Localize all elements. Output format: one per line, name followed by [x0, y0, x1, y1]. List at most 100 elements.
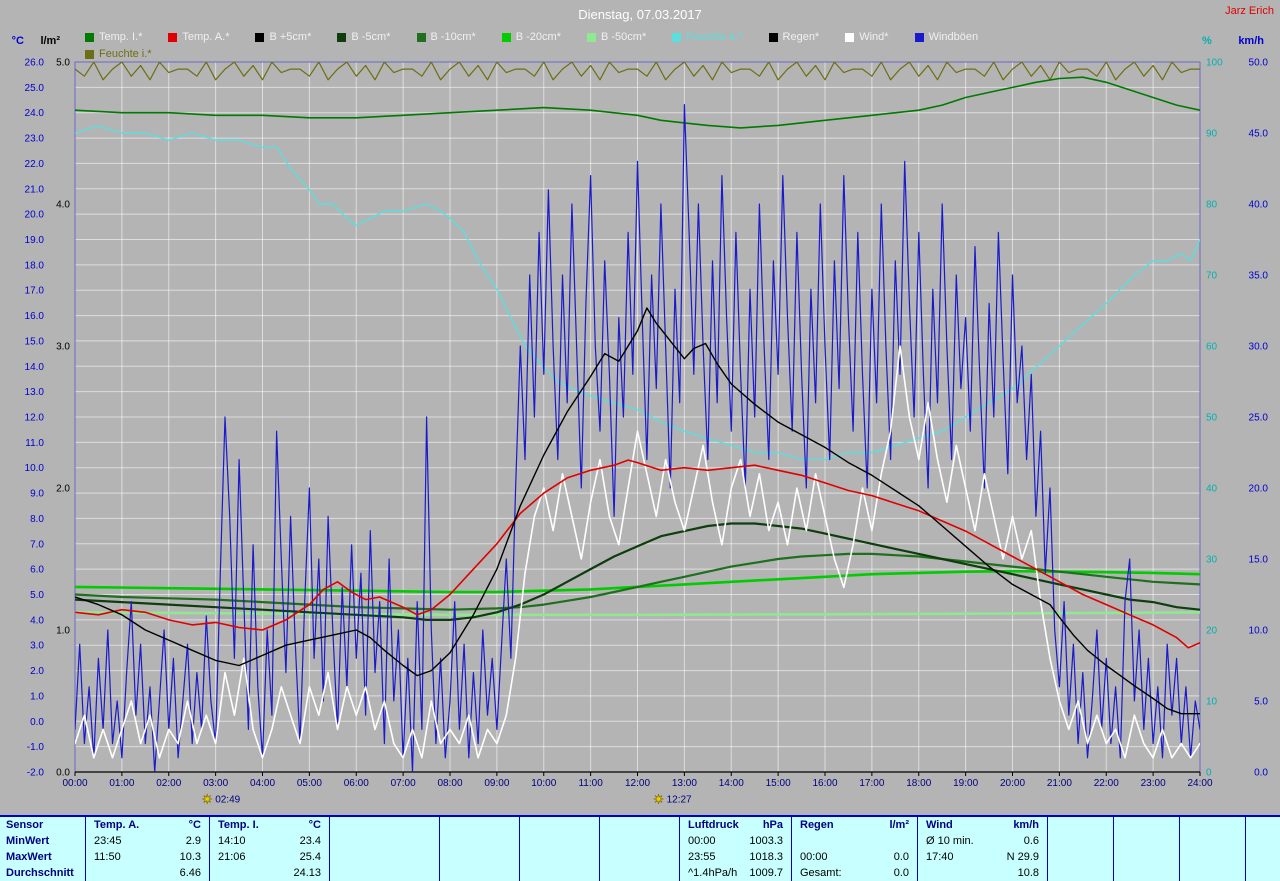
legend-swatch: [587, 33, 596, 42]
svg-text:0.0: 0.0: [30, 717, 44, 728]
stats-column-empty-4: [520, 817, 600, 881]
stats-row: Ø 10 min.0.6: [918, 833, 1047, 849]
legend-label: B -20cm*: [516, 31, 561, 43]
legend-secondary: Feuchte i.*: [85, 48, 152, 60]
stats-cell-label: 17:40: [926, 849, 954, 865]
astro-marker: 02:49: [202, 794, 240, 806]
legend-swatch: [85, 50, 94, 59]
legend-item-feuchte-i[interactable]: Feuchte i.*: [85, 48, 152, 60]
svg-text:80: 80: [1206, 200, 1218, 211]
legend-swatch: [168, 33, 177, 42]
svg-text:2.0: 2.0: [30, 666, 44, 677]
stats-row: [1048, 817, 1113, 833]
stats-row: [1180, 849, 1245, 865]
stats-column-empty-3: [440, 817, 520, 881]
svg-text:11:00: 11:00: [578, 778, 603, 789]
svg-text:16:00: 16:00: [812, 778, 837, 789]
stats-cell-value: 10.8: [1018, 865, 1039, 881]
stats-row: [330, 865, 439, 881]
legend-label: B +5cm*: [269, 31, 311, 43]
svg-text:45.0: 45.0: [1249, 129, 1269, 140]
legend-item-wind[interactable]: Wind*: [845, 31, 888, 43]
sun-marker-icon: [654, 794, 664, 804]
stats-row: Temp. A.°C: [86, 817, 209, 833]
astro-marker-time: 12:27: [667, 795, 692, 806]
legend-item-temp-a[interactable]: Temp. A.*: [168, 31, 229, 43]
svg-text:20:00: 20:00: [1000, 778, 1025, 789]
legend-item-feuchte-a[interactable]: Feuchte a.*: [672, 31, 742, 43]
svg-text:10:00: 10:00: [531, 778, 556, 789]
legend-label: Regen*: [783, 31, 820, 43]
stats-row: Temp. I.°C: [210, 817, 329, 833]
svg-text:10.0: 10.0: [25, 463, 45, 474]
stats-column-regen: Regenl/m²00:000.0Gesamt:0.0: [792, 817, 918, 881]
svg-text:05:00: 05:00: [297, 778, 322, 789]
svg-text:20.0: 20.0: [25, 210, 45, 221]
svg-text:0.0: 0.0: [1254, 768, 1268, 779]
svg-text:09:00: 09:00: [484, 778, 509, 789]
stats-row: [1114, 849, 1179, 865]
legend-item-b-p5[interactable]: B +5cm*: [255, 31, 311, 43]
legend-item-b-m20[interactable]: B -20cm*: [502, 31, 561, 43]
legend-item-windboeen[interactable]: Windböen: [915, 31, 979, 43]
stats-cell-label: 14:10: [218, 833, 246, 849]
svg-text:11.0: 11.0: [25, 438, 44, 449]
stats-row: [440, 817, 519, 833]
x-axis-labels: 00:0001:0002:0003:0004:0005:0006:0007:00…: [62, 778, 1212, 789]
stats-row: [600, 817, 679, 833]
svg-text:08:00: 08:00: [437, 778, 462, 789]
legend-item-regen[interactable]: Regen*: [769, 31, 820, 43]
legend-label: Temp. A.*: [182, 31, 229, 43]
legend-swatch: [85, 33, 94, 42]
svg-text:01:00: 01:00: [109, 778, 134, 789]
svg-text:26.0: 26.0: [25, 58, 45, 69]
stats-row: [1114, 865, 1179, 881]
stats-row: [1180, 833, 1245, 849]
legend-item-b-m10[interactable]: B -10cm*: [417, 31, 476, 43]
svg-text:10: 10: [1206, 697, 1218, 708]
legend-swatch: [337, 33, 346, 42]
axis-C-labels: -2.0-1.00.01.02.03.04.05.06.07.08.09.010…: [12, 35, 45, 779]
svg-text:40.0: 40.0: [1249, 200, 1269, 211]
legend-item-temp-i[interactable]: Temp. I.*: [85, 31, 142, 43]
stats-row-label: Durchschnitt: [0, 865, 85, 881]
stats-row: [440, 833, 519, 849]
svg-text:18.0: 18.0: [25, 260, 45, 271]
legend-label: B -10cm*: [431, 31, 476, 43]
legend-label: B -50cm*: [601, 31, 646, 43]
legend: Temp. I.* Temp. A.* B +5cm* B -5cm* B -10cm*…: [85, 31, 978, 43]
stats-row: [1048, 849, 1113, 865]
stats-row: [330, 817, 439, 833]
stats-cell-value: °C: [309, 817, 321, 833]
svg-text:13.0: 13.0: [25, 387, 45, 398]
stats-row: [792, 833, 917, 849]
stats-row: [1180, 817, 1245, 833]
axis-lm2-unit: l/m²: [40, 35, 60, 47]
svg-text:0.0: 0.0: [56, 768, 70, 779]
stats-cell-value: km/h: [1013, 817, 1039, 833]
stats-row: 17:40N 29.9: [918, 849, 1047, 865]
legend-label: Feuchte a.*: [686, 31, 742, 43]
svg-text:14:00: 14:00: [719, 778, 744, 789]
legend-item-b-m50[interactable]: B -50cm*: [587, 31, 646, 43]
axis-kmh-labels: 0.05.010.015.020.025.030.035.040.045.050…: [1238, 35, 1268, 779]
stats-row: [520, 833, 599, 849]
legend-item-b-m5[interactable]: B -5cm*: [337, 31, 390, 43]
legend-label: Temp. I.*: [99, 31, 142, 43]
svg-text:9.0: 9.0: [30, 489, 44, 500]
stats-cell-label: Temp. A.: [94, 817, 139, 833]
svg-text:15.0: 15.0: [1249, 555, 1269, 566]
stats-cell-value: 10.3: [180, 849, 201, 865]
stats-cell-value: 0.0: [894, 865, 909, 881]
svg-text:35.0: 35.0: [1249, 271, 1269, 282]
stats-row: [1048, 833, 1113, 849]
stats-column-empty-5: [600, 817, 680, 881]
stats-row: 00:001003.3: [680, 833, 791, 849]
stats-column-empty-10: [1114, 817, 1180, 881]
stats-row: 10.8: [918, 865, 1047, 881]
weather-chart: -2.0-1.00.01.02.03.04.05.06.07.08.09.010…: [0, 0, 1280, 814]
svg-text:1.0: 1.0: [56, 626, 70, 637]
stats-cell-value: 23.4: [300, 833, 321, 849]
legend-swatch: [769, 33, 778, 42]
svg-text:21.0: 21.0: [25, 184, 45, 195]
